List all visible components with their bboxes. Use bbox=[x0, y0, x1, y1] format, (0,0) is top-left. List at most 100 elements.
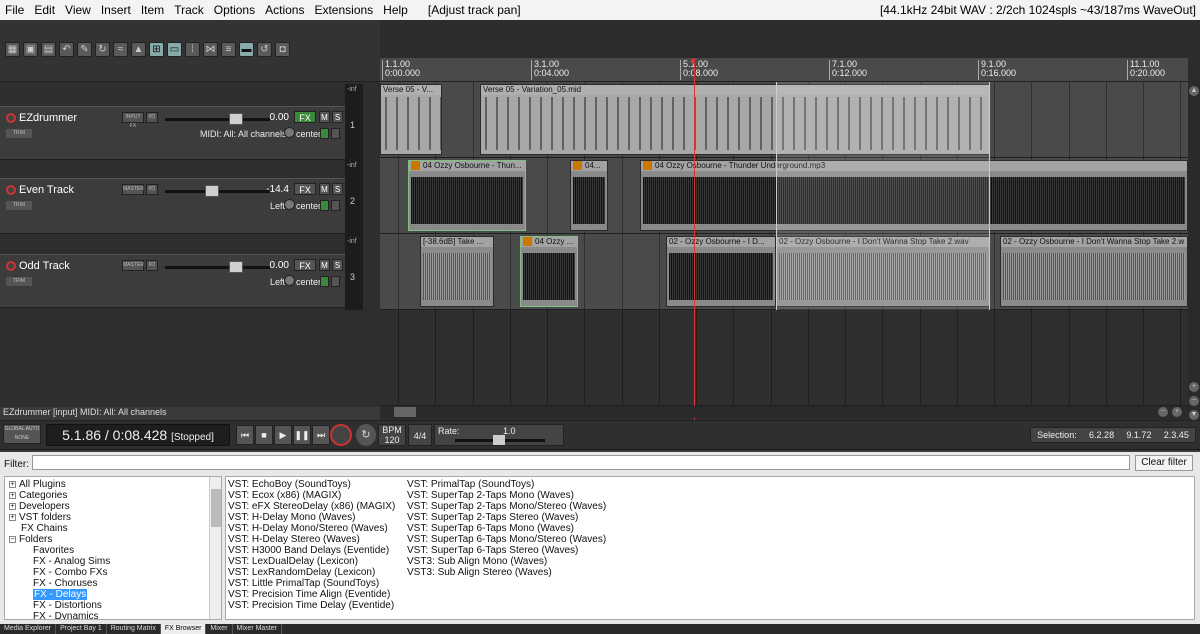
tab-fx-browser[interactable]: FX Browser bbox=[160, 624, 207, 634]
play-cursor-marker-icon[interactable]: ▼ bbox=[689, 56, 698, 66]
tree-item[interactable]: Favorites bbox=[33, 545, 74, 556]
play-icon[interactable]: ▶ bbox=[274, 425, 292, 445]
playrate-control[interactable]: Rate: 1.0 bbox=[434, 424, 564, 446]
grid-icon[interactable]: ▦ bbox=[5, 42, 20, 57]
tree-item[interactable]: + VST folders bbox=[9, 512, 71, 523]
monitor-icon[interactable] bbox=[320, 200, 329, 211]
volume-fader[interactable] bbox=[165, 185, 270, 197]
menu-track[interactable]: Track bbox=[169, 3, 209, 17]
loop-icon[interactable]: ↻ bbox=[95, 42, 110, 57]
arrange-view[interactable]: 1.1.00 0:00.000 3.1.00 0:04.000 5.1.00 0:08… bbox=[380, 20, 1200, 425]
save-icon[interactable]: ▣ bbox=[23, 42, 38, 57]
monitor-icon[interactable] bbox=[320, 276, 329, 287]
volume-fader[interactable] bbox=[165, 261, 270, 273]
project-settings-icon[interactable]: ▤ bbox=[41, 42, 56, 57]
snap-icon[interactable]: ⊞ bbox=[149, 42, 164, 57]
plugin-item[interactable]: VST: H-Delay Mono (Waves) bbox=[228, 512, 355, 523]
record-arm-button[interactable] bbox=[6, 113, 16, 123]
monitor-icon[interactable] bbox=[320, 128, 329, 139]
plugin-item[interactable]: VST: H3000 Band Delays (Eventide) bbox=[228, 545, 389, 556]
track-2-header[interactable]: Even Track MASTER I/O -14.4 FX M S TRIM … bbox=[0, 178, 345, 234]
lock-item-icon[interactable]: ◘ bbox=[275, 42, 290, 57]
scroll-up-icon[interactable]: ▲ bbox=[1189, 86, 1199, 96]
menu-help[interactable]: Help bbox=[378, 3, 413, 17]
track-1-header[interactable]: EZdrummer INPUT FX I/O 0.00 FX M S TRIM … bbox=[0, 106, 345, 160]
selection-display[interactable]: Selection: 6.2.28 9.1.72 2.3.45 bbox=[1030, 427, 1196, 443]
menu-view[interactable]: View bbox=[60, 3, 96, 17]
plugin-list[interactable]: VST: EchoBoy (SoundToys) VST: Ecox (x86)… bbox=[225, 476, 1195, 620]
tree-item[interactable]: FX - Analog Sims bbox=[33, 556, 110, 567]
tab-media-explorer[interactable]: Media Explorer bbox=[0, 624, 57, 634]
plugin-item[interactable]: VST: SuperTap 2-Taps Mono (Waves) bbox=[407, 490, 574, 501]
pan-knob[interactable] bbox=[284, 127, 295, 138]
audio-item[interactable]: 04 Ozzy Osbourne - Thun... bbox=[408, 160, 526, 231]
h-zoom-out-icon[interactable]: − bbox=[1158, 407, 1168, 417]
scroll-thumb[interactable] bbox=[394, 407, 416, 417]
auto-crossfade-icon[interactable]: ⋈ bbox=[203, 42, 218, 57]
tab-routing-matrix[interactable]: Routing Matrix bbox=[107, 624, 161, 634]
plugin-item[interactable]: VST: SuperTap 6-Taps Mono (Waves) bbox=[407, 523, 574, 534]
stop-icon[interactable]: ■ bbox=[255, 425, 273, 445]
tree-item[interactable]: + All Plugins bbox=[9, 479, 66, 490]
audio-item[interactable]: 04... bbox=[570, 160, 608, 231]
audio-item[interactable]: [-38.6dB] Take ... bbox=[420, 236, 494, 307]
tree-item[interactable]: FX - Dynamics bbox=[33, 611, 99, 619]
tab-mixer-master[interactable]: Mixer Master bbox=[233, 624, 282, 634]
plugin-item[interactable]: VST: SuperTap 2-Taps Stereo (Waves) bbox=[407, 512, 578, 523]
tree-scrollbar[interactable] bbox=[209, 477, 221, 619]
h-zoom-in-icon[interactable]: + bbox=[1172, 407, 1182, 417]
record-arm-button[interactable] bbox=[6, 185, 16, 195]
audio-item[interactable]: 02 - Ozzy Osbourne - I D... bbox=[666, 236, 776, 307]
record-button[interactable] bbox=[330, 424, 352, 446]
track-name[interactable]: Even Track bbox=[19, 184, 119, 196]
solo-button[interactable]: S bbox=[332, 183, 343, 195]
go-to-end-icon[interactable]: ⏭ bbox=[312, 425, 330, 445]
menu-insert[interactable]: Insert bbox=[96, 3, 136, 17]
record-arm-icon[interactable]: ↺ bbox=[257, 42, 272, 57]
plugin-item[interactable]: VST: Little PrimalTap (SoundToys) bbox=[228, 578, 379, 589]
io-button[interactable]: I/O bbox=[146, 112, 158, 123]
lock-icon[interactable]: ≡ bbox=[221, 42, 236, 57]
plugin-item[interactable]: VST3: Sub Align Mono (Waves) bbox=[407, 556, 547, 567]
solo-button[interactable]: S bbox=[332, 259, 343, 271]
marker-icon[interactable]: ▬ bbox=[239, 42, 254, 57]
pan-knob[interactable] bbox=[284, 275, 295, 286]
menu-item[interactable]: Item bbox=[136, 3, 169, 17]
solo-button[interactable]: S bbox=[332, 111, 343, 123]
plugin-item[interactable]: VST3: Sub Align Stereo (Waves) bbox=[407, 567, 552, 578]
pan-knob[interactable] bbox=[284, 199, 295, 210]
fx-button[interactable]: FX bbox=[294, 111, 316, 123]
menu-extensions[interactable]: Extensions bbox=[309, 3, 378, 17]
filter-input[interactable] bbox=[32, 455, 1130, 470]
menu-file[interactable]: File bbox=[0, 3, 29, 17]
empty-arrange-area[interactable] bbox=[380, 310, 1188, 406]
trim-button[interactable]: TRIM bbox=[6, 129, 32, 138]
volume-fader[interactable] bbox=[165, 113, 270, 125]
playrate-slider[interactable] bbox=[455, 435, 545, 445]
mute-button[interactable]: M bbox=[319, 111, 330, 123]
zoom-out-icon[interactable]: − bbox=[1189, 396, 1199, 406]
plugin-item[interactable]: VST: eFX StereoDelay (x86) (MAGIX) bbox=[228, 501, 395, 512]
pause-icon[interactable]: ❚❚ bbox=[293, 425, 311, 445]
envelope-icon[interactable]: ▭ bbox=[167, 42, 182, 57]
plugin-item[interactable]: VST: Ecox (x86) (MAGIX) bbox=[228, 490, 341, 501]
route-button[interactable]: MASTER bbox=[122, 184, 144, 195]
repeat-icon[interactable]: ↻ bbox=[356, 424, 376, 446]
mute-button[interactable]: M bbox=[319, 259, 330, 271]
plugin-item[interactable]: VST: H-Delay Stereo (Waves) bbox=[228, 534, 360, 545]
folder-tree[interactable]: + All Plugins + Categories + Developers + VS… bbox=[4, 476, 222, 620]
envelope-icon[interactable] bbox=[331, 200, 340, 211]
vertical-scrollbar[interactable]: ▲ + − ▼ bbox=[1188, 82, 1200, 425]
tree-item-selected[interactable]: FX - Delays bbox=[33, 589, 88, 600]
tree-item[interactable]: FX - Distortions bbox=[33, 600, 102, 611]
plugin-item[interactable]: VST: LexRandomDelay (Lexicon) bbox=[228, 567, 375, 578]
tab-mixer[interactable]: Mixer bbox=[206, 624, 233, 634]
ripple-icon[interactable]: ≈ bbox=[113, 42, 128, 57]
timeline-ruler[interactable]: 1.1.00 0:00.000 3.1.00 0:04.000 5.1.00 0:08… bbox=[380, 58, 1188, 82]
envelope-icon[interactable] bbox=[331, 128, 340, 139]
route-button[interactable]: MASTER bbox=[122, 260, 144, 271]
clear-filter-button[interactable]: Clear filter bbox=[1135, 455, 1193, 471]
tree-item[interactable]: + Developers bbox=[9, 501, 70, 512]
time-selection[interactable] bbox=[776, 82, 990, 310]
wrench-icon[interactable]: ✎ bbox=[77, 42, 92, 57]
